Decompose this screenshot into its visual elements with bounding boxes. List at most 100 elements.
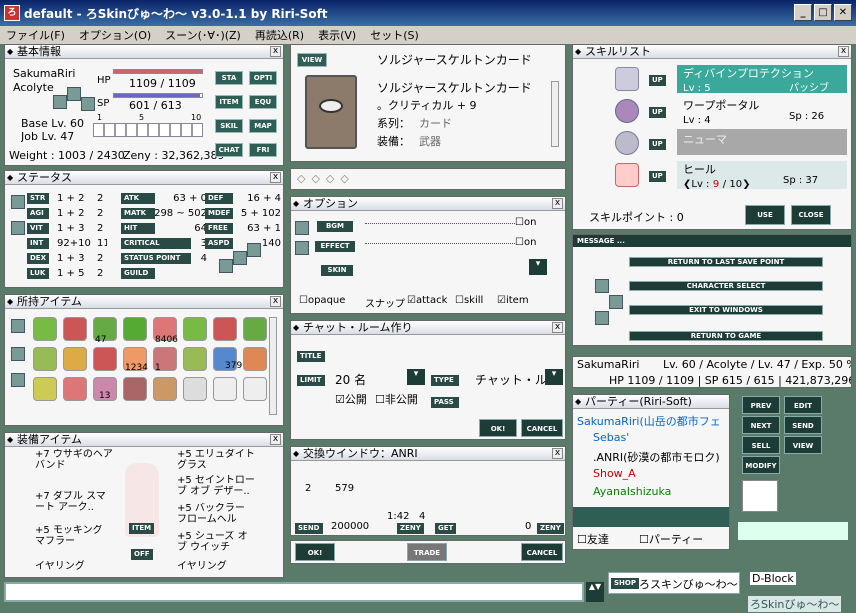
stat-cost[interactable]: 2 [97, 193, 107, 204]
chat-ok-button[interactable]: OK! [479, 419, 517, 437]
close-icon[interactable]: x [552, 198, 563, 209]
skill-divine-protection[interactable]: ディバインプロテクション Lv : 5 パッシブ [677, 65, 847, 93]
skill-warp-portal[interactable]: ワープポータル Lv : 4 Sp : 26 [683, 97, 847, 125]
inventory-item[interactable] [213, 317, 237, 341]
close-button[interactable]: ✕ [834, 4, 852, 21]
item-checkbox[interactable]: ☑item [497, 295, 529, 306]
inventory-item[interactable] [183, 317, 207, 341]
trade-button[interactable]: TRADE [407, 543, 447, 561]
shop-sign[interactable]: SHOP ろスキンびゅ～わ～ [608, 572, 740, 594]
card-scrollbar[interactable] [551, 81, 559, 147]
equip-item-button[interactable]: ITEM [129, 523, 155, 534]
effect-on-checkbox[interactable]: ☐on [515, 237, 536, 248]
inventory-item[interactable] [33, 377, 57, 401]
stat-cost[interactable]: 2 [97, 223, 107, 234]
limit-value[interactable]: 20 名 [335, 371, 366, 388]
menu-view[interactable]: 表示(V) [318, 27, 356, 43]
close-icon[interactable]: x [270, 296, 281, 307]
return-save-point-button[interactable]: RETURN TO LAST SAVE POINT [629, 257, 823, 267]
trade-cancel-button[interactable]: CANCEL [521, 543, 563, 561]
maximize-button[interactable]: □ [814, 4, 832, 21]
trade-send-button[interactable]: SEND [295, 523, 323, 534]
character-select-button[interactable]: CHARACTER SELECT [629, 281, 823, 291]
party-member[interactable]: .ANRI(砂漠の都市モロク) [593, 449, 720, 465]
trade-get-button[interactable]: GET [435, 523, 457, 534]
equip-glass[interactable]: +5 エリュダイトグラス [177, 449, 257, 471]
menu-reload[interactable]: 再読込(R) [255, 27, 304, 43]
type-value[interactable]: チャット・ルー [475, 371, 547, 388]
menu-option[interactable]: オプション(O) [79, 27, 151, 43]
effect-slider[interactable] [365, 243, 515, 249]
friend-tab[interactable]: ☐友達 [577, 531, 609, 547]
equip-acc2[interactable]: イヤリング [177, 557, 227, 572]
private-radio[interactable]: ☐非公開 [375, 391, 418, 407]
inventory-item[interactable] [213, 377, 237, 401]
party-member[interactable]: Show_A [593, 467, 636, 480]
equip-shield[interactable]: +5 バックラー フロームヘル [177, 503, 257, 525]
attack-checkbox[interactable]: ☑attack [407, 295, 447, 306]
minimize-button[interactable]: _ [794, 4, 812, 21]
party-tab[interactable]: ☐パーティー [639, 531, 703, 547]
menu-file[interactable]: ファイル(F) [6, 27, 65, 43]
map-button[interactable]: MAP [249, 119, 277, 133]
return-game-button[interactable]: RETURN TO GAME [629, 331, 823, 341]
inventory-item[interactable] [33, 347, 57, 371]
limit-dropdown-button[interactable]: ▾ [407, 369, 425, 385]
inventory-item[interactable] [243, 347, 267, 371]
inventory-item[interactable] [153, 377, 177, 401]
menu-soon[interactable]: スーン(･∀･)(Z) [165, 27, 241, 43]
equ-button[interactable]: EQU [249, 95, 277, 109]
close-icon[interactable]: x [838, 46, 849, 57]
chat-input[interactable] [4, 582, 584, 602]
equip-acc1[interactable]: イヤリング [35, 557, 85, 572]
menu-set[interactable]: セット(S) [370, 27, 419, 43]
sell-button[interactable]: SELL [742, 436, 780, 454]
equip-muffler[interactable]: +5 モッキング マフラー [35, 525, 115, 547]
inventory-item[interactable] [243, 377, 267, 401]
close-icon[interactable]: x [270, 172, 281, 183]
inventory-item[interactable] [183, 377, 207, 401]
inventory-item[interactable] [183, 347, 207, 371]
bgm-on-checkbox[interactable]: ☐on [515, 217, 536, 228]
chat-scroll-button[interactable]: ▲▼ [586, 582, 604, 602]
inventory-item[interactable] [123, 317, 147, 341]
chat-cancel-button[interactable]: CANCEL [521, 419, 563, 437]
inventory-item[interactable] [33, 317, 57, 341]
opaque-checkbox[interactable]: ☐opaque [299, 295, 345, 306]
inventory-item[interactable] [243, 317, 267, 341]
close-icon[interactable]: x [552, 448, 563, 459]
modify-button[interactable]: MODIFY [742, 456, 780, 474]
type-dropdown-button[interactable]: ▾ [545, 369, 563, 385]
stat-cost[interactable]: 11 [97, 238, 107, 249]
inventory-scrollbar[interactable] [269, 317, 277, 415]
inventory-item[interactable] [93, 347, 117, 371]
view-button[interactable]: VIEW [297, 53, 327, 67]
party-member[interactable]: AyanaIshizuka [593, 485, 671, 498]
stat-cost[interactable]: 2 [97, 253, 107, 264]
equip-robe[interactable]: +5 セイントローブ オブ デザー.. [177, 475, 257, 497]
equip-shoes[interactable]: +5 シューズ オブ ウイッチ [177, 531, 257, 553]
edit-button[interactable]: EDIT [784, 396, 822, 414]
item-button[interactable]: ITEM [215, 95, 243, 109]
stat-cost[interactable]: 2 [97, 268, 107, 279]
trade-ok-button[interactable]: OK! [295, 543, 335, 561]
close-skill-button[interactable]: CLOSE [791, 205, 831, 225]
party-member[interactable]: Sebas' [593, 431, 629, 444]
exit-windows-button[interactable]: EXIT TO WINDOWS [629, 305, 823, 315]
skil-button[interactable]: SKIL [215, 119, 243, 133]
skill-up-button[interactable]: UP [649, 107, 666, 118]
skill-up-button[interactable]: UP [649, 171, 666, 182]
view-button2[interactable]: VIEW [784, 436, 822, 454]
inventory-item[interactable] [123, 377, 147, 401]
bgm-slider[interactable] [365, 223, 515, 229]
prev-button[interactable]: PREV [742, 396, 780, 414]
use-button[interactable]: USE [745, 205, 785, 225]
inventory-item[interactable] [63, 317, 87, 341]
inventory-item[interactable] [63, 377, 87, 401]
stat-cost[interactable]: 2 [97, 208, 107, 219]
chat-button[interactable]: CHAT [215, 143, 243, 157]
skill-pneuma[interactable]: ニューマ [677, 129, 847, 155]
next-button[interactable]: NEXT [742, 416, 780, 434]
close-icon[interactable]: x [270, 46, 281, 57]
equip-weapon[interactable]: +7 ダブル スマート アーク.. [35, 491, 115, 513]
